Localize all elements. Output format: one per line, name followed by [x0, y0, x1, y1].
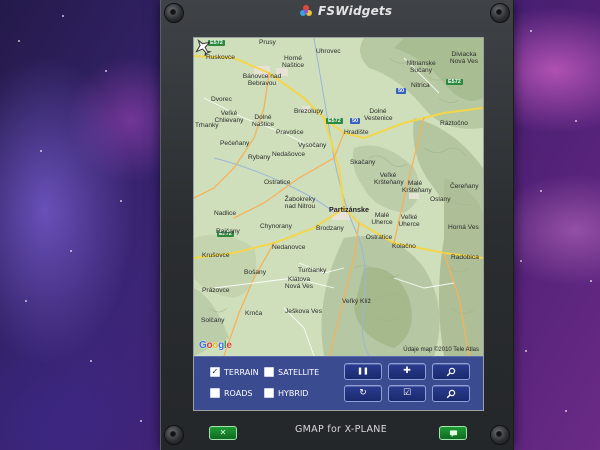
place-label: Rybany [248, 154, 271, 161]
zoom-in-icon [446, 367, 456, 376]
place-label: Bánovce nad Bebravou [242, 73, 282, 87]
place-label: Klátova Nová Ves [284, 276, 314, 290]
place-label: Uhrovec [316, 48, 341, 55]
refresh-icon: ↻ [359, 388, 367, 398]
place-label: Vysočany [298, 142, 327, 149]
zoom-out-button[interactable] [432, 385, 470, 402]
screw-icon [164, 425, 184, 445]
place-label: Ostratice [264, 179, 291, 186]
widget-frame: FSWidgets E572 E572 E572 E572 50 50 Rusk… [160, 0, 514, 450]
map-attribution: Údaje map ©2010 Tele Atlas [403, 347, 479, 353]
place-label: Veľké Kršteňany [374, 172, 404, 186]
place-label: Nedašovce [272, 151, 305, 158]
place-label: Veľké Uherce [398, 214, 420, 228]
place-label: Diviacka Nová Ves [449, 51, 479, 65]
zoom-out-icon [446, 389, 456, 398]
pause-button[interactable]: ❚❚ [344, 363, 382, 380]
place-label: Solčany [201, 317, 225, 324]
place-label: Krnča [245, 310, 263, 317]
road-shield: E572 [446, 79, 463, 85]
place-label: Ráztočno [440, 120, 468, 127]
fswidgets-logo-icon [300, 5, 312, 16]
satellite-checkbox[interactable] [264, 367, 274, 377]
brand-header: FSWidgets [299, 3, 392, 19]
chat-icon [449, 429, 457, 437]
close-icon: ✕ [219, 428, 227, 437]
place-label: Veľký Klíž [342, 298, 372, 305]
place-label: Horná Ves [448, 224, 479, 231]
place-label: Turčianky [298, 267, 327, 274]
terrain-label: TERRAIN [224, 367, 259, 377]
widget-title: GMAP for X-PLANE [295, 424, 387, 435]
google-logo: Google [199, 340, 232, 351]
satellite-label: SATELLITE [278, 367, 320, 377]
close-widget-button[interactable]: ✕ [209, 426, 237, 440]
place-label: Oslany [430, 196, 451, 203]
place-label-partizanske: Partizánske [329, 205, 369, 214]
place-label: Skačany [350, 159, 376, 166]
place-label: Prázovce [202, 287, 230, 294]
place-label: Malé Kršteňany [402, 180, 432, 194]
place-label: Dolné Naštice [252, 114, 274, 128]
roads-checkbox[interactable] [210, 388, 220, 398]
hybrid-checkbox[interactable] [264, 388, 274, 398]
hybrid-label: HYBRID [278, 388, 309, 398]
place-label: Dolné Vestenice [364, 108, 393, 122]
map-control-panel: ✓ TERRAIN SATELLITE ROADS HYBRID ❚❚ ✚ ↻ … [194, 356, 483, 410]
place-label: Krušovce [202, 252, 230, 259]
place-label: Pravotice [276, 129, 304, 136]
brand-name: FSWidgets [318, 4, 393, 18]
place-label: Brezolupy [294, 108, 324, 115]
place-label: Radobica [451, 254, 479, 261]
place-label: Nitrica [411, 82, 430, 89]
place-label: Kolačno [392, 243, 416, 250]
screw-icon [490, 3, 510, 23]
checkbox-icon: ☑ [402, 388, 412, 398]
roads-option[interactable]: ROADS [210, 388, 252, 398]
screw-icon [164, 3, 184, 23]
place-label: Horné Naštice [282, 55, 304, 69]
hybrid-option[interactable]: HYBRID [264, 388, 308, 398]
place-label: Ostratice [365, 234, 393, 241]
place-label: Chynorany [260, 223, 292, 230]
place-label: Bošany [244, 269, 266, 276]
satellite-option[interactable]: SATELLITE [264, 367, 319, 377]
place-label: Čereňany [450, 183, 479, 190]
map-screen: E572 E572 E572 E572 50 50 Ruskovce Prusy… [193, 37, 484, 411]
terrain-option[interactable]: ✓ TERRAIN [210, 367, 259, 377]
map-view[interactable]: E572 E572 E572 E572 50 50 Ruskovce Prusy… [194, 38, 483, 356]
place-label: Nedanovce [272, 244, 306, 251]
place-label: Trhanky [195, 122, 219, 129]
info-widget-button[interactable] [439, 426, 467, 440]
aircraft-icon [195, 39, 212, 56]
refresh-button[interactable]: ↻ [344, 385, 382, 402]
place-label: Brodzany [316, 225, 344, 232]
roads-label: ROADS [224, 388, 253, 398]
place-label: Prusy [259, 39, 276, 46]
road-shield: 50 [350, 118, 361, 124]
place-label: Rajčany [216, 228, 240, 235]
crosshair-icon: ✚ [403, 366, 411, 376]
place-label: Dvorec [211, 96, 232, 103]
place-label: Malé Uherce [371, 212, 393, 226]
place-label: Nitrianske Sučany [406, 60, 436, 74]
screw-icon [490, 425, 510, 445]
place-label: Žabokreky nad Nitrou [284, 196, 316, 210]
place-label: Ješkova Ves [285, 308, 323, 315]
toggle-button[interactable]: ☑ [388, 385, 426, 402]
place-label: Nadlice [214, 210, 236, 217]
road-shield: 50 [396, 88, 407, 94]
road-shield: E572 [326, 118, 343, 124]
zoom-in-button[interactable] [432, 363, 470, 380]
pause-icon: ❚❚ [357, 367, 369, 375]
place-label: Hradište [344, 129, 369, 136]
center-button[interactable]: ✚ [388, 363, 426, 380]
place-label: Pečeňany [220, 140, 250, 147]
terrain-checkbox[interactable]: ✓ [210, 367, 220, 377]
